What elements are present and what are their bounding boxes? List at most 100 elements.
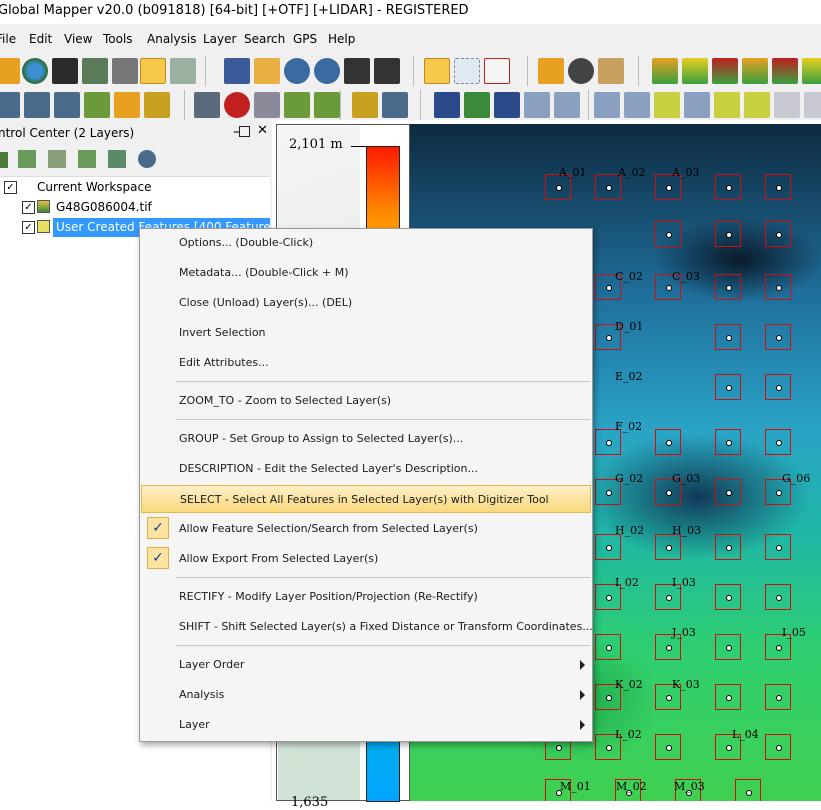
menu-item-shift[interactable]: SHIFT - Shift Selected Layer(s) a Fixed …: [141, 613, 593, 641]
layer-checkbox[interactable]: ✓: [22, 221, 35, 234]
vector-layer-icon: [37, 220, 50, 233]
menu-file[interactable]: File: [0, 32, 16, 46]
edit-pencil-icon[interactable]: [382, 92, 408, 118]
draw-line-icon[interactable]: [0, 92, 20, 118]
menu-item-select-all[interactable]: SELECT - Select All Features in Selected…: [141, 485, 591, 513]
grid-cell: [715, 374, 741, 400]
open-folder-icon[interactable]: [0, 58, 20, 84]
menu-item-description[interactable]: DESCRIPTION - Edit the Selected Layer's …: [141, 455, 591, 483]
menu-gps[interactable]: GPS: [293, 32, 317, 46]
menu-item-allow-export[interactable]: ✓ Allow Export From Selected Layer(s): [141, 545, 591, 573]
menu-view[interactable]: View: [64, 32, 92, 46]
layer-close-icon[interactable]: [48, 150, 66, 168]
pan-hand-icon[interactable]: [254, 58, 280, 84]
menu-item-metadata[interactable]: Metadata... (Double-Click + M): [141, 259, 591, 287]
move-icon[interactable]: [434, 92, 460, 118]
contour-icon[interactable]: [682, 58, 708, 84]
elevation-icon[interactable]: [712, 58, 738, 84]
menu-item-close-layer[interactable]: Close (Unload) Layer(s)... (DEL): [141, 289, 591, 317]
digitizer-pencil-icon[interactable]: [424, 58, 450, 84]
pencil-area-icon[interactable]: [284, 92, 310, 118]
reshape-icon[interactable]: [494, 92, 520, 118]
grid-label: I_03: [672, 576, 696, 589]
viewshed-icon[interactable]: [742, 58, 768, 84]
search-feature-icon[interactable]: [598, 58, 624, 84]
select-rect-icon[interactable]: [454, 58, 480, 84]
resize-icon[interactable]: [464, 92, 490, 118]
layer-label[interactable]: G48G086004.tif: [56, 200, 152, 214]
volume-icon[interactable]: [802, 58, 821, 84]
delete-x-icon[interactable]: [484, 58, 510, 84]
crop-icon[interactable]: [774, 92, 800, 118]
menu-search[interactable]: Search: [244, 32, 285, 46]
join-icon[interactable]: [654, 92, 680, 118]
draw-polyline-icon[interactable]: [24, 92, 50, 118]
layer-options-icon[interactable]: [18, 150, 36, 168]
split-icon[interactable]: [314, 92, 340, 118]
copy-feature-icon[interactable]: [744, 92, 770, 118]
workspace-checkbox[interactable]: ✓: [4, 181, 17, 194]
maximize-icon[interactable]: [239, 126, 250, 137]
layer-visibility-icon[interactable]: [138, 150, 156, 168]
grid-label: M_02: [616, 780, 647, 793]
export-icon[interactable]: [82, 58, 108, 84]
watershed-icon[interactable]: [772, 58, 798, 84]
control-center-icon[interactable]: [140, 58, 166, 84]
zoom-tool-icon[interactable]: [224, 58, 250, 84]
check-pencil-icon[interactable]: [352, 92, 378, 118]
target-icon[interactable]: [224, 92, 250, 118]
workspace-label[interactable]: Current Workspace: [37, 180, 151, 194]
layer-zoom-icon[interactable]: [108, 150, 126, 168]
menu-help[interactable]: Help: [328, 32, 355, 46]
info-icon[interactable]: [568, 58, 594, 84]
menu-item-zoom-to[interactable]: ZOOM_TO - Zoom to Selected Layer(s): [141, 387, 591, 415]
layer-checkbox[interactable]: ✓: [22, 201, 35, 214]
menu-item-invert-selection[interactable]: Invert Selection: [141, 319, 591, 347]
submenu-arrow-icon: [580, 660, 585, 670]
menu-tools[interactable]: Tools: [103, 32, 133, 46]
close-icon[interactable]: ✕: [257, 123, 268, 138]
menu-separator: [176, 381, 590, 382]
connect-icon[interactable]: [684, 92, 710, 118]
toolbar-separator: [205, 56, 206, 86]
menu-item-rectify[interactable]: RECTIFY - Modify Layer Position/Projecti…: [141, 583, 591, 611]
home-icon[interactable]: [374, 58, 400, 84]
menu-item-options[interactable]: Options... (Double-Click): [141, 229, 591, 257]
line-tool-icon[interactable]: [594, 92, 620, 118]
menu-edit[interactable]: Edit: [29, 32, 52, 46]
menu-item-layer[interactable]: Layer: [141, 711, 591, 739]
wrench-icon[interactable]: [112, 58, 138, 84]
menu-layer[interactable]: Layer: [203, 32, 236, 46]
layer-metadata-icon[interactable]: [78, 150, 96, 168]
menu-item-group[interactable]: GROUP - Set Group to Assign to Selected …: [141, 425, 591, 453]
grid-label: G_06: [782, 472, 811, 485]
draw-curve-icon[interactable]: [54, 92, 80, 118]
rotate-icon[interactable]: [804, 92, 821, 118]
range-ring-icon[interactable]: [194, 92, 220, 118]
move-vertex-icon[interactable]: [524, 92, 550, 118]
measure-icon[interactable]: [538, 58, 564, 84]
grid-icon[interactable]: [254, 92, 280, 118]
menu-item-analysis[interactable]: Analysis: [141, 681, 591, 709]
zoom-in-icon[interactable]: [284, 58, 310, 84]
draw-point-icon[interactable]: [114, 92, 140, 118]
edit-vertex-icon[interactable]: [144, 92, 170, 118]
split-line-icon[interactable]: [624, 92, 650, 118]
save-icon[interactable]: [52, 58, 78, 84]
menu-item-layer-order[interactable]: Layer Order: [141, 651, 591, 679]
layer-tool-icon[interactable]: [0, 152, 8, 168]
overview-icon[interactable]: [170, 58, 196, 84]
menu-item-label: RECTIFY - Modify Layer Position/Projecti…: [179, 590, 478, 603]
zoom-out-icon[interactable]: [314, 58, 340, 84]
menu-item-allow-selection[interactable]: ✓ Allow Feature Selection/Search from Se…: [141, 515, 591, 543]
draw-area-icon[interactable]: [84, 92, 110, 118]
terrain-icon[interactable]: [652, 58, 678, 84]
menu-item-edit-attributes[interactable]: Edit Attributes...: [141, 349, 591, 377]
menu-analysis[interactable]: Analysis: [147, 32, 196, 46]
buffer-icon[interactable]: [714, 92, 740, 118]
back-arrow-icon[interactable]: [344, 58, 370, 84]
toolbar-separator: [413, 56, 414, 86]
delete-vertex-icon[interactable]: [554, 92, 580, 118]
menu-bar: File Edit View Tools Analysis Layer Sear…: [0, 24, 821, 54]
globe-icon[interactable]: [22, 58, 48, 84]
